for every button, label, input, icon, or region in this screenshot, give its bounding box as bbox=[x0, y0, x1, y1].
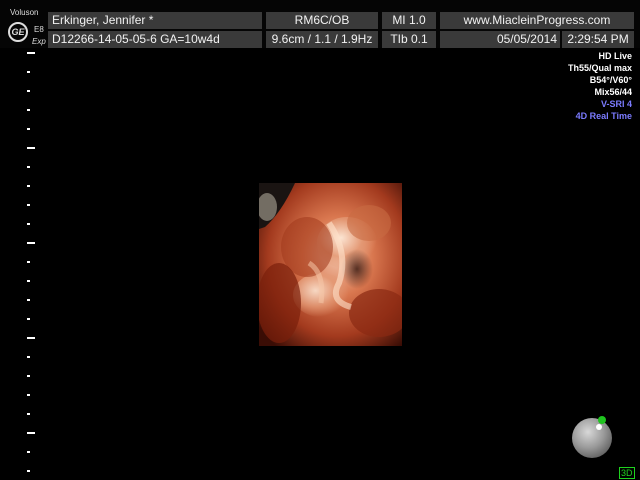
device-logo: Voluson GE E8 Exp bbox=[4, 8, 46, 48]
param-line: Th55/Qual max bbox=[567, 63, 632, 73]
patient-id: D12266-14-05-05-6 GA=10w4d bbox=[48, 31, 262, 48]
param-line: B54°/V60° bbox=[589, 75, 632, 85]
ruler-tick bbox=[27, 356, 30, 358]
ruler-tick bbox=[27, 375, 30, 377]
orientation-ball-icon bbox=[572, 418, 612, 458]
ruler-tick bbox=[27, 451, 30, 453]
thermal-index: TIb 0.1 bbox=[382, 31, 436, 48]
param-line: Mix56/44 bbox=[594, 87, 632, 97]
ruler-tick bbox=[27, 280, 30, 282]
depth-ruler bbox=[27, 48, 37, 480]
ruler-tick bbox=[27, 90, 30, 92]
param-line: HD Live bbox=[598, 51, 632, 61]
param-line: V-SRI 4 bbox=[600, 99, 632, 109]
ruler-tick bbox=[27, 185, 30, 187]
product-name: Voluson bbox=[10, 8, 39, 17]
ruler-tick bbox=[27, 204, 30, 206]
exam-date: 05/05/2014 bbox=[440, 31, 560, 48]
mechanical-index: MI 1.0 bbox=[382, 12, 436, 29]
header-bar: Voluson GE E8 Exp Erkinger, Jennifer * D… bbox=[0, 0, 640, 48]
ruler-tick bbox=[27, 432, 35, 434]
imaging-parameters: HD Live Th55/Qual max B54°/V60° Mix56/44… bbox=[568, 50, 632, 122]
ruler-tick bbox=[27, 52, 35, 54]
orientation-marker-icon bbox=[598, 416, 606, 424]
ruler-tick bbox=[27, 223, 30, 225]
mode-indicator-3d: 3D bbox=[619, 467, 635, 479]
ruler-tick bbox=[27, 71, 30, 73]
ruler-tick bbox=[27, 128, 30, 130]
ruler-tick bbox=[27, 261, 30, 263]
ruler-tick bbox=[27, 470, 30, 472]
ruler-tick bbox=[27, 413, 30, 415]
ruler-tick bbox=[27, 318, 30, 320]
probe-preset: RM6C/OB bbox=[266, 12, 378, 29]
ruler-tick bbox=[27, 242, 35, 244]
ge-logo-icon: GE bbox=[8, 22, 28, 42]
ultrasound-render bbox=[259, 183, 402, 346]
ruler-tick bbox=[27, 109, 30, 111]
website-label: www.MiacleinProgress.com bbox=[440, 12, 634, 29]
ruler-tick bbox=[27, 147, 35, 149]
ruler-tick bbox=[27, 337, 35, 339]
model-variant: Exp bbox=[32, 37, 46, 46]
depth-settings: 9.6cm / 1.1 / 1.9Hz bbox=[266, 31, 378, 48]
param-line: 4D Real Time bbox=[575, 111, 632, 121]
ruler-tick bbox=[27, 166, 30, 168]
ruler-tick bbox=[27, 394, 30, 396]
model-name: E8 bbox=[34, 25, 44, 34]
exam-time: 2:29:54 PM bbox=[562, 31, 634, 48]
patient-name: Erkinger, Jennifer * bbox=[48, 12, 262, 29]
orientation-highlight-icon bbox=[596, 424, 602, 430]
ruler-tick bbox=[27, 299, 30, 301]
